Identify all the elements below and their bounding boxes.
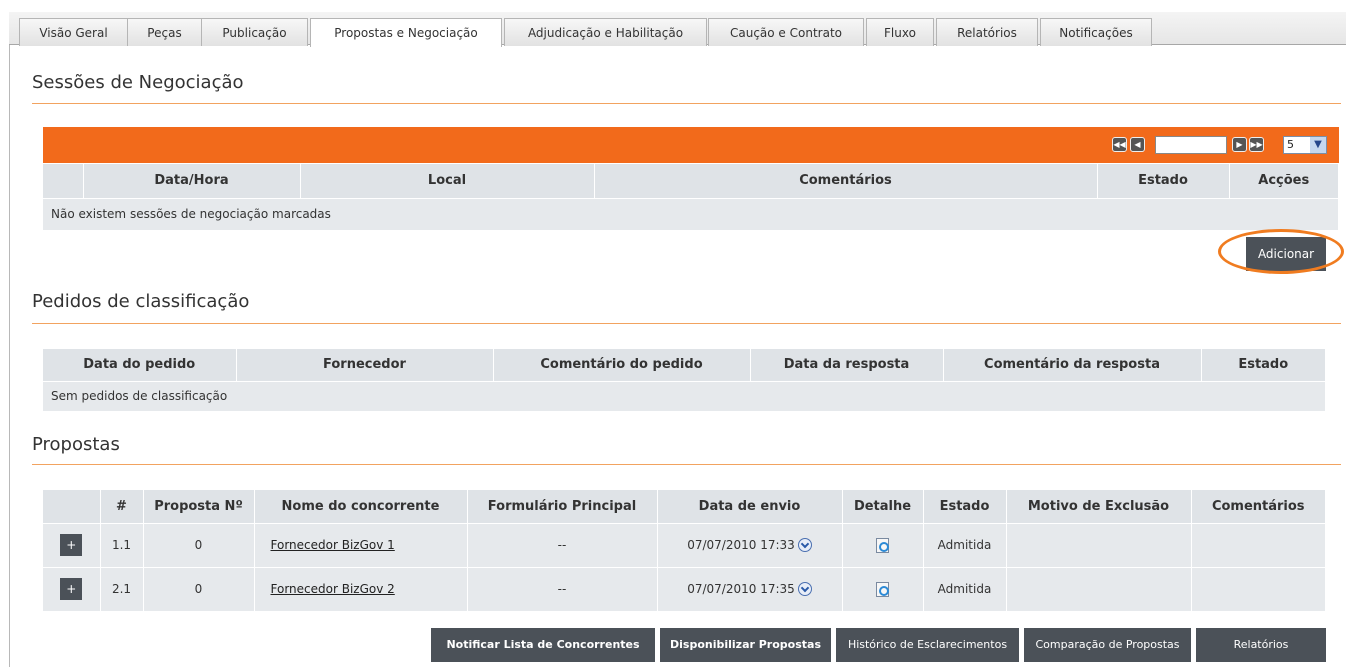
col-num: # [100,490,144,524]
col-estado: Estado [1201,349,1326,382]
expand-button[interactable]: + [60,534,83,556]
data-cell: 07/07/2010 17:35 [657,567,843,612]
data-envio-text: 07/07/2010 17:33 [687,537,795,552]
expand-button[interactable]: + [60,578,83,600]
clock-icon[interactable] [797,582,812,597]
motivo-cell [1006,567,1192,612]
chevron-down-icon: ▼ [1310,137,1326,153]
disponibilizar-propostas-button[interactable]: Disponibilizar Propostas [660,628,831,662]
clock-icon[interactable] [797,538,812,553]
tab-pecas[interactable]: Peças [127,18,202,46]
proposta-cell: 0 [143,567,255,612]
page-size-select[interactable]: 5 ▼ [1283,136,1327,154]
last-page-icon[interactable]: ▶▶ [1249,137,1264,152]
col-data-hora: Data/Hora [83,164,301,199]
col-data-resposta: Data da resposta [750,349,944,382]
section-divider [32,323,1341,324]
first-page-icon[interactable]: ◀◀ [1112,137,1127,152]
estado-cell: Admitida [923,523,1007,568]
detail-icon[interactable] [876,581,889,597]
col-data-pedido: Data do pedido [43,349,237,382]
page-number-input[interactable] [1155,136,1227,154]
comentarios-cell [1191,523,1326,568]
empty-message: Não existem sessões de negociação marcad… [43,198,1339,231]
col-formulario: Formulário Principal [467,490,658,524]
tab-fluxo[interactable]: Fluxo [866,18,934,46]
col-select [43,164,84,199]
col-estado: Estado [923,490,1007,524]
prev-page-icon[interactable]: ◀ [1130,137,1145,152]
table-row: + 2.1 0 Fornecedor BizGov 2 -- 07/07/201… [43,567,1326,612]
num-cell: 2.1 [100,567,144,612]
col-fornecedor: Fornecedor [236,349,494,382]
formulario-cell: -- [467,567,658,612]
table-row: + 1.1 0 Fornecedor BizGov 1 -- 07/07/201… [43,523,1326,568]
nome-cell: Fornecedor BizGov 1 [254,523,468,568]
col-expand [43,490,101,524]
page-size-value: 5 [1287,138,1294,151]
nome-cell: Fornecedor BizGov 2 [254,567,468,612]
detalhe-cell [842,523,924,568]
section-title-pedidos: Pedidos de classificação [32,291,250,312]
next-page-icon[interactable]: ▶ [1232,137,1247,152]
motivo-cell [1006,523,1192,568]
col-comentarios: Comentários [594,164,1098,199]
tab-notificacoes[interactable]: Notificações [1040,18,1152,46]
tab-publicacao[interactable]: Publicação [201,18,308,46]
formulario-cell: -- [467,523,658,568]
col-estado: Estado [1097,164,1230,199]
expand-cell: + [43,523,101,568]
section-divider [32,464,1341,465]
col-proposta: Proposta Nº [143,490,255,524]
col-detalhe: Detalhe [842,490,924,524]
relatorios-button[interactable]: Relatórios [1196,628,1326,662]
tab-adjudicacao-habilitacao[interactable]: Adjudicação e Habilitação [504,18,707,46]
section-title-propostas: Propostas [32,434,120,455]
tab-caucao-contrato[interactable]: Caução e Contrato [708,18,864,46]
comentarios-cell [1191,567,1326,612]
col-nome: Nome do concorrente [254,490,468,524]
col-comentarios: Comentários [1191,490,1326,524]
pedidos-table: Data do pedido Fornecedor Comentário do … [43,349,1326,412]
sessoes-table: Data/Hora Local Comentários Estado Acçõe… [43,164,1339,231]
data-envio-text: 07/07/2010 17:35 [687,581,795,596]
section-title-sessoes: Sessões de Negociação [32,72,244,93]
tab-relatorios[interactable]: Relatórios [936,18,1038,46]
col-comentario-pedido: Comentário do pedido [493,349,751,382]
num-cell: 1.1 [100,523,144,568]
propostas-table: # Proposta Nº Nome do concorrente Formul… [43,490,1326,612]
col-accoes: Acções [1229,164,1339,199]
detail-icon[interactable] [876,537,889,553]
proposta-cell: 0 [143,523,255,568]
tab-propostas-negociacao[interactable]: Propostas e Negociação [310,18,502,47]
tab-visao-geral[interactable]: Visão Geral [19,18,128,46]
col-local: Local [300,164,595,199]
pager-bar: ◀◀ ◀ ▶ ▶▶ [43,127,1339,163]
col-comentario-resposta: Comentário da resposta [943,349,1202,382]
col-data-envio: Data de envio [657,490,843,524]
expand-cell: + [43,567,101,612]
comparacao-propostas-button[interactable]: Comparação de Propostas [1024,628,1191,662]
data-cell: 07/07/2010 17:33 [657,523,843,568]
empty-message: Sem pedidos de classificação [43,381,1326,412]
section-divider [32,103,1341,104]
estado-cell: Admitida [923,567,1007,612]
col-motivo: Motivo de Exclusão [1006,490,1192,524]
concorrente-link[interactable]: Fornecedor BizGov 2 [271,582,395,596]
adicionar-button[interactable]: Adicionar [1246,237,1326,271]
notificar-concorrentes-button[interactable]: Notificar Lista de Concorrentes [431,628,655,662]
concorrente-link[interactable]: Fornecedor BizGov 1 [271,538,395,552]
historico-esclarecimentos-button[interactable]: Histórico de Esclarecimentos [836,628,1019,662]
detalhe-cell [842,567,924,612]
